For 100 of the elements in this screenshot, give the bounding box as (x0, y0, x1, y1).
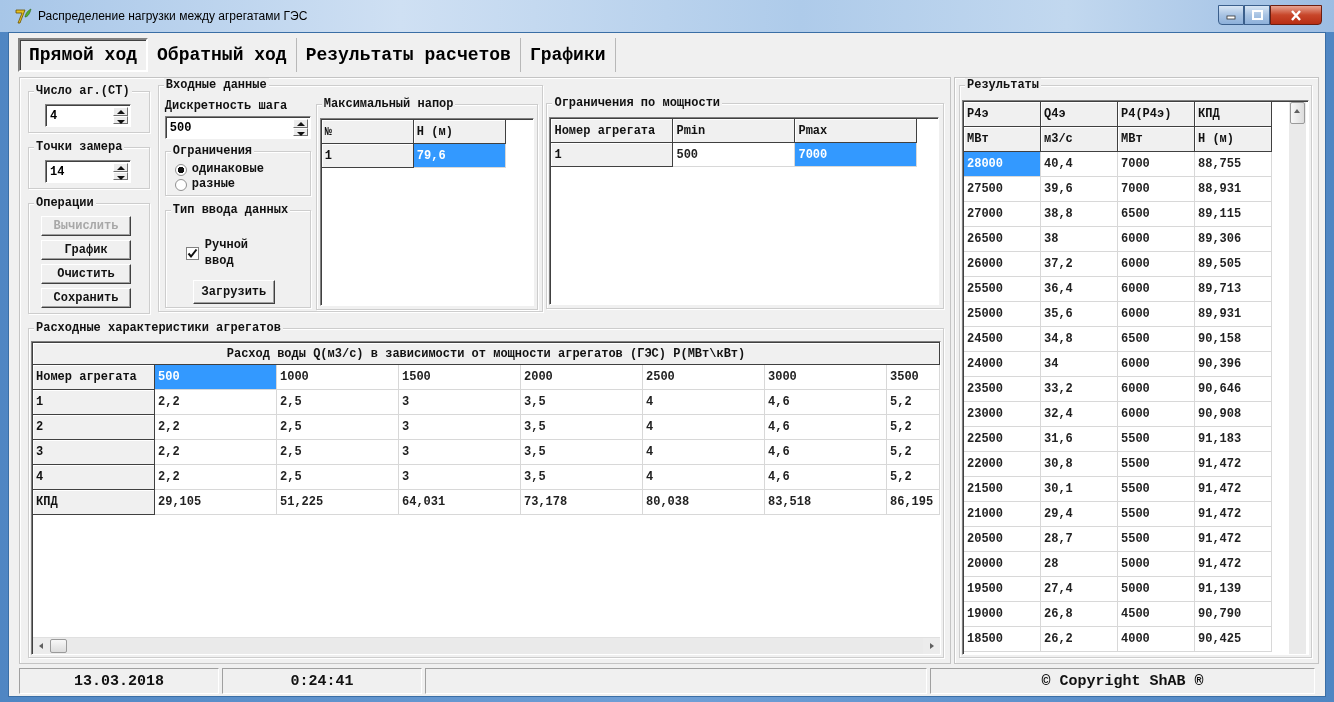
table-cell[interactable]: 33,2 (1041, 377, 1118, 402)
table-cell[interactable]: 90,908 (1195, 402, 1272, 427)
table-cell[interactable]: 29,4 (1041, 502, 1118, 527)
table-cell[interactable]: 35,6 (1041, 302, 1118, 327)
table-cell[interactable]: 5,2 (887, 415, 940, 440)
table-cell[interactable]: 27000 (964, 202, 1041, 227)
table-cell[interactable]: 3 (399, 390, 521, 415)
table-cell[interactable]: 83,518 (765, 490, 887, 515)
spin-down-button[interactable] (113, 171, 128, 180)
table-cell[interactable]: 51,225 (277, 490, 399, 515)
table-cell[interactable]: 64,031 (399, 490, 521, 515)
table-cell[interactable]: 6000 (1118, 352, 1195, 377)
table-cell[interactable]: 27,4 (1041, 577, 1118, 602)
table-cell[interactable]: 91,472 (1195, 527, 1272, 552)
radio-button[interactable]: одинаковые (174, 162, 310, 177)
table-cell[interactable]: 5,2 (887, 390, 940, 415)
scroll-thumb[interactable] (1290, 102, 1305, 124)
table-cell[interactable]: 2,2 (155, 390, 277, 415)
table-cell[interactable]: 2,2 (155, 465, 277, 490)
radio-button[interactable]: разные (174, 177, 310, 192)
table-cell[interactable]: 3,5 (521, 465, 643, 490)
spin-down-button[interactable] (292, 127, 308, 136)
table-cell[interactable]: 2,5 (277, 415, 399, 440)
action-button[interactable]: График (41, 240, 131, 260)
table-cell[interactable]: 91,139 (1195, 577, 1272, 602)
table-cell[interactable]: 90,425 (1195, 627, 1272, 652)
maximize-button[interactable] (1244, 5, 1270, 25)
table-cell[interactable]: 80,038 (643, 490, 765, 515)
spin-down-button[interactable] (113, 115, 128, 124)
table-cell[interactable]: 34 (1041, 352, 1118, 377)
table-cell[interactable]: 90,646 (1195, 377, 1272, 402)
table-cell[interactable]: 7000 (1118, 177, 1195, 202)
table-cell[interactable]: 2,5 (277, 390, 399, 415)
table-cell[interactable]: 25500 (964, 277, 1041, 302)
table-cell[interactable]: 4 (643, 465, 765, 490)
table-cell[interactable]: 2500 (643, 365, 765, 390)
table-cell[interactable]: 1000 (277, 365, 399, 390)
table-cell[interactable]: 5,2 (887, 440, 940, 465)
horizontal-scrollbar[interactable] (33, 637, 940, 654)
spin-up-button[interactable] (113, 163, 128, 172)
action-button[interactable]: Очистить (41, 264, 131, 284)
table-cell[interactable]: 5500 (1118, 477, 1195, 502)
table-cell[interactable]: 30,1 (1041, 477, 1118, 502)
spin-box[interactable]: 500 (164, 116, 311, 139)
table-cell[interactable]: 5000 (1118, 552, 1195, 577)
table-cell[interactable]: 4 (643, 390, 765, 415)
table-cell[interactable]: 28 (1041, 552, 1118, 577)
table-cell[interactable]: 4,6 (765, 415, 887, 440)
table-cell[interactable]: 3 (399, 415, 521, 440)
spin-up-button[interactable] (292, 119, 308, 128)
table-cell[interactable]: 3 (399, 465, 521, 490)
table-cell[interactable]: 25000 (964, 302, 1041, 327)
table-cell[interactable]: 5000 (1118, 577, 1195, 602)
table-cell[interactable]: 4000 (1118, 627, 1195, 652)
table-cell[interactable]: 5500 (1118, 502, 1195, 527)
table-cell[interactable]: 5,2 (887, 465, 940, 490)
table-cell[interactable]: 89,505 (1195, 252, 1272, 277)
table-cell[interactable]: 29,105 (155, 490, 277, 515)
table-cell[interactable]: 5500 (1118, 527, 1195, 552)
table-cell[interactable]: 26,2 (1041, 627, 1118, 652)
table-cell[interactable]: 26,8 (1041, 602, 1118, 627)
table-cell[interactable]: 1500 (399, 365, 521, 390)
table-cell[interactable]: 88,931 (1195, 177, 1272, 202)
table-cell[interactable]: 500 (673, 143, 796, 167)
table-cell[interactable]: 89,115 (1195, 202, 1272, 227)
table-cell[interactable]: 23500 (964, 377, 1041, 402)
table-cell[interactable]: 37,2 (1041, 252, 1118, 277)
spin-box[interactable]: 14 (45, 160, 131, 183)
table-cell[interactable]: 4500 (1118, 602, 1195, 627)
table-cell[interactable]: 1 (551, 143, 674, 167)
table-cell[interactable]: 3,5 (521, 390, 643, 415)
table-cell[interactable]: 89,931 (1195, 302, 1272, 327)
table-cell[interactable]: 31,6 (1041, 427, 1118, 452)
table-cell[interactable]: 19500 (964, 577, 1041, 602)
table-cell[interactable]: 89,306 (1195, 227, 1272, 252)
table-cell[interactable]: 21500 (964, 477, 1041, 502)
table-cell[interactable]: 22000 (964, 452, 1041, 477)
table-cell[interactable]: 6000 (1118, 252, 1195, 277)
table-cell[interactable]: 40,4 (1041, 152, 1118, 177)
load-button[interactable]: Загрузить (192, 280, 275, 304)
table-cell[interactable]: 28,7 (1041, 527, 1118, 552)
table-cell[interactable]: 4 (643, 415, 765, 440)
table-cell[interactable]: 3,5 (521, 415, 643, 440)
table-cell[interactable]: 91,472 (1195, 477, 1272, 502)
table-cell[interactable]: 4,6 (765, 465, 887, 490)
table-cell[interactable]: 3500 (887, 365, 940, 390)
spin-up-button[interactable] (113, 107, 128, 116)
table-cell[interactable]: 4,6 (765, 440, 887, 465)
table-cell[interactable]: 4 (643, 440, 765, 465)
table-cell[interactable]: 4,6 (765, 390, 887, 415)
table-cell[interactable]: 5500 (1118, 427, 1195, 452)
table-cell[interactable]: 6000 (1118, 402, 1195, 427)
table-cell[interactable]: 26500 (964, 227, 1041, 252)
table-cell[interactable]: 20000 (964, 552, 1041, 577)
table-cell[interactable]: 30,8 (1041, 452, 1118, 477)
table-cell[interactable]: 2000 (521, 365, 643, 390)
table-cell[interactable]: 6500 (1118, 327, 1195, 352)
table-cell[interactable]: 2,2 (155, 440, 277, 465)
table-cell[interactable]: 6000 (1118, 227, 1195, 252)
table-cell[interactable]: 6000 (1118, 277, 1195, 302)
